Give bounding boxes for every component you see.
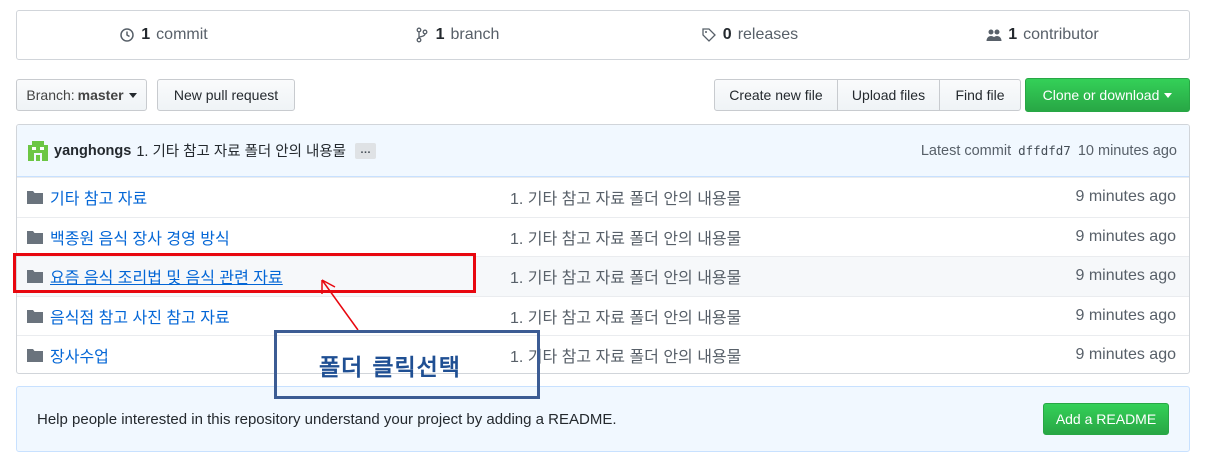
branch-icon — [416, 27, 428, 43]
annotation-callout: 폴더 클릭선택 — [274, 330, 540, 399]
table-row: 기타 참고 자료 1. 기타 참고 자료 폴더 안의 내용물 9 minutes… — [17, 177, 1189, 217]
commit-age: 10 minutes ago — [1077, 142, 1177, 159]
file-actions-group: Create new file Upload files Find file — [714, 79, 1021, 111]
branch-name: master — [77, 87, 124, 103]
folder-name-link[interactable]: 기타 참고 자료 — [50, 185, 510, 209]
find-file-button[interactable]: Find file — [939, 79, 1021, 111]
commit-message[interactable]: 1. 기타 참고 자료 폴더 안의 내용물 — [136, 140, 346, 161]
commits-stat[interactable]: 1 commit — [17, 26, 310, 44]
commits-label: commit — [156, 26, 208, 43]
avatar[interactable] — [28, 140, 48, 161]
add-readme-button[interactable]: Add a README — [1043, 403, 1169, 435]
contributors-count: 1 — [1008, 26, 1018, 43]
folder-name-link[interactable]: 음식점 참고 사진 참고 자료 — [50, 304, 510, 328]
readme-prompt: Help people interested in this repositor… — [16, 386, 1190, 452]
annotation-callout-text: 폴더 클릭선택 — [319, 354, 461, 381]
folder-name-link[interactable]: 백종원 음식 장사 경영 방식 — [50, 225, 510, 249]
branch-select-button[interactable]: Branch: master — [16, 79, 147, 111]
clone-label: Clone or download — [1042, 87, 1160, 103]
clone-or-download-button[interactable]: Clone or download — [1025, 78, 1190, 112]
history-icon — [120, 28, 135, 42]
folder-commit-message[interactable]: 1. 기타 참고 자료 폴더 안의 내용물 — [510, 225, 980, 249]
folder-commit-message[interactable]: 1. 기타 참고 자료 폴더 안의 내용물 — [510, 264, 980, 288]
folder-icon — [27, 191, 43, 205]
readme-prompt-text: Help people interested in this repositor… — [37, 410, 617, 428]
branches-label: branch — [450, 26, 500, 43]
commit-author[interactable]: yanghongs — [54, 143, 131, 159]
upload-files-button[interactable]: Upload files — [837, 79, 940, 111]
create-new-file-button[interactable]: Create new file — [714, 79, 838, 111]
caret-down-icon — [128, 92, 137, 98]
commits-count: 1 — [141, 26, 151, 43]
repo-stats-bar: 1 commit 1 branch 0 releases 1 contribut… — [16, 10, 1190, 60]
folder-commit-message[interactable]: 1. 기타 참고 자료 폴더 안의 내용물 — [510, 304, 980, 328]
new-pull-request-button[interactable]: New pull request — [157, 79, 295, 111]
folder-age: 9 minutes ago — [1075, 188, 1176, 206]
expand-message-button[interactable]: … — [355, 142, 377, 159]
releases-stat[interactable]: 0 releases — [603, 26, 896, 44]
folder-icon — [27, 230, 43, 244]
table-row: 음식점 참고 사진 참고 자료 1. 기타 참고 자료 폴더 안의 내용물 9 … — [17, 295, 1189, 336]
contributors-label: contributor — [1023, 26, 1099, 43]
folder-age: 9 minutes ago — [1075, 346, 1176, 364]
folder-commit-message[interactable]: 1. 기타 참고 자료 폴더 안의 내용물 — [510, 185, 980, 209]
table-row: 백종원 음식 장사 경영 방식 1. 기타 참고 자료 폴더 안의 내용물 9 … — [17, 216, 1189, 257]
table-row: 장사수업 1. 기타 참고 자료 폴더 안의 내용물 9 minutes ago — [17, 335, 1189, 373]
tag-icon — [702, 28, 716, 42]
folder-age: 9 minutes ago — [1075, 267, 1176, 285]
latest-commit-label: Latest commit — [920, 142, 1012, 159]
caret-down-icon — [1164, 92, 1173, 98]
folder-commit-message[interactable]: 1. 기타 참고 자료 폴더 안의 내용물 — [510, 343, 980, 367]
latest-commit-info: Latest commit dffdfd7 10 minutes ago — [921, 143, 1177, 159]
folder-icon — [27, 349, 43, 363]
branch-prefix: Branch: — [26, 87, 75, 103]
branches-count: 1 — [435, 26, 445, 43]
highlight-box — [13, 253, 476, 293]
people-icon — [986, 29, 1002, 41]
branches-stat[interactable]: 1 branch — [310, 26, 603, 44]
commit-sha-link[interactable]: dffdfd7 — [1018, 143, 1071, 158]
releases-label: releases — [737, 26, 799, 43]
folder-icon — [27, 309, 43, 323]
folder-age: 9 minutes ago — [1075, 227, 1176, 245]
latest-commit-bar: yanghongs 1. 기타 참고 자료 폴더 안의 내용물 … Latest… — [17, 125, 1189, 177]
file-list: yanghongs 1. 기타 참고 자료 폴더 안의 내용물 … Latest… — [16, 124, 1190, 374]
releases-count: 0 — [722, 26, 732, 43]
contributors-stat[interactable]: 1 contributor — [896, 26, 1189, 44]
folder-age: 9 minutes ago — [1075, 306, 1176, 324]
